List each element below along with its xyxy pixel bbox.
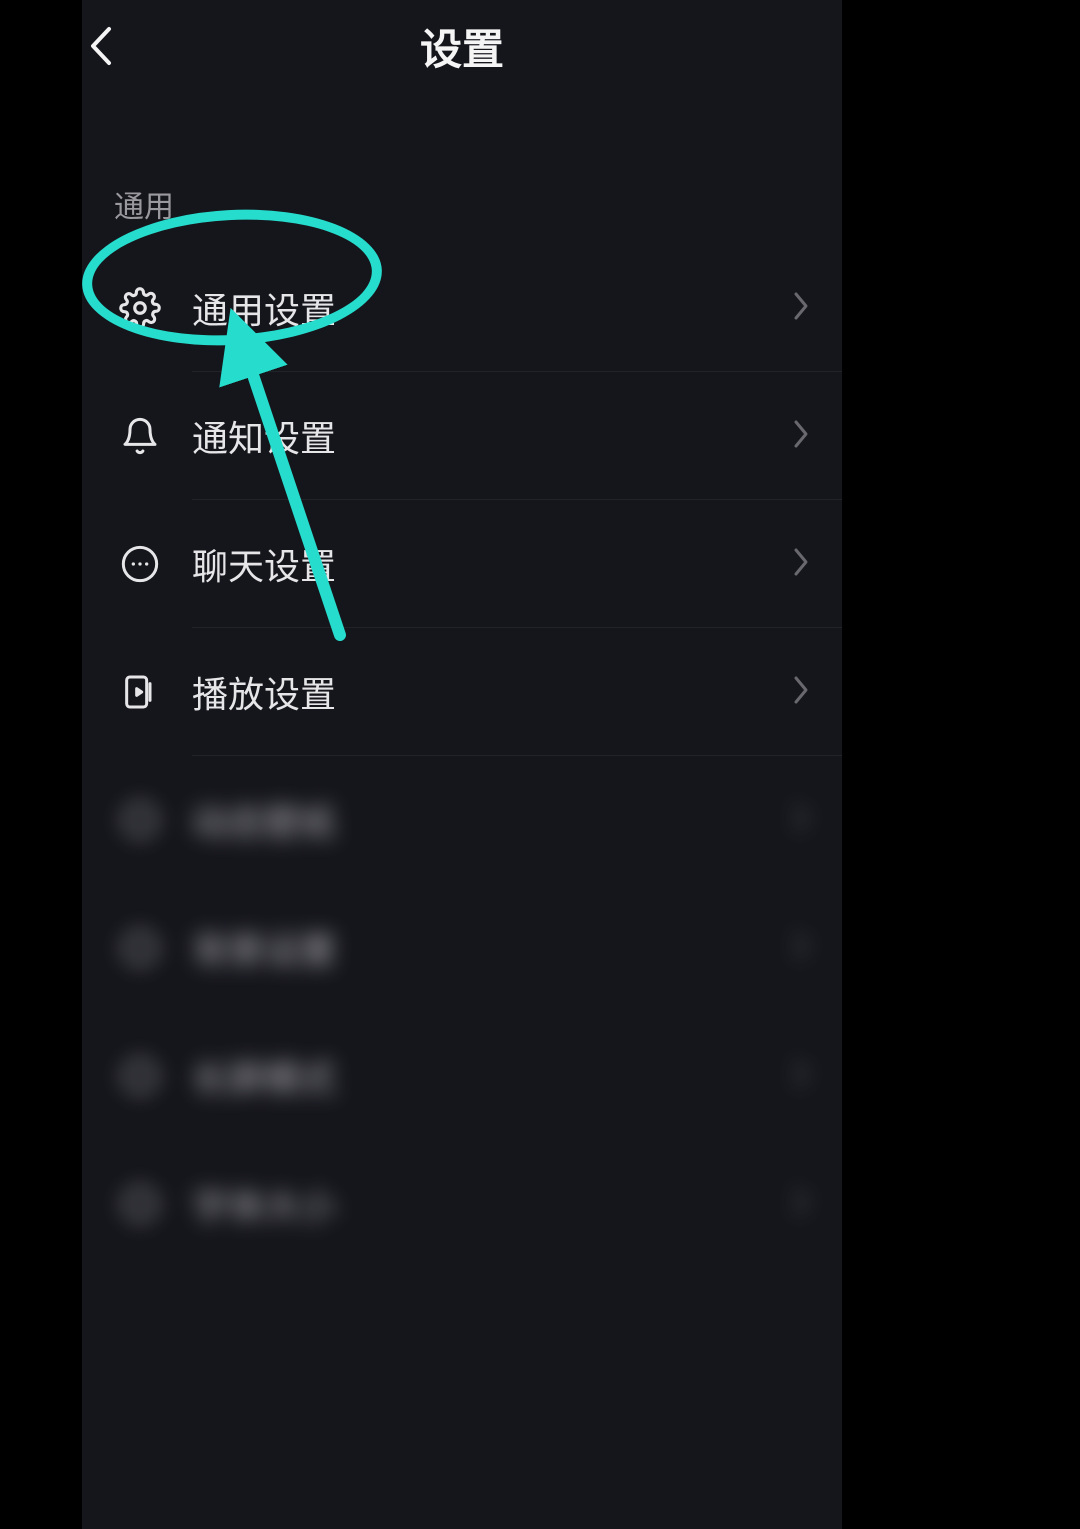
blurred-icon bbox=[114, 922, 166, 974]
blurred-icon bbox=[114, 1050, 166, 1102]
blurred-row[interactable]: 背景设置 bbox=[82, 884, 842, 1012]
row-label: 长屏模式 bbox=[192, 1050, 792, 1102]
chevron-right-icon bbox=[792, 291, 810, 326]
chevron-left-icon bbox=[87, 25, 117, 67]
notification-settings-row[interactable]: 通知设置 bbox=[82, 372, 842, 500]
header-bar: 设置 bbox=[82, 0, 842, 92]
row-label: 播放设置 bbox=[192, 666, 792, 718]
blurred-row[interactable]: 长屏模式 bbox=[82, 1012, 842, 1140]
chevron-right-icon bbox=[792, 547, 810, 582]
chat-icon bbox=[114, 538, 166, 590]
blurred-icon bbox=[114, 794, 166, 846]
blurred-row[interactable]: 动态壁纸 bbox=[82, 756, 842, 884]
row-label: 动态壁纸 bbox=[192, 794, 792, 846]
row-label: 通知设置 bbox=[192, 410, 792, 462]
section-header: 通用 bbox=[82, 92, 842, 244]
settings-screen: 设置 通用 通用设置 通知设置 bbox=[82, 0, 842, 1529]
row-label: 背景设置 bbox=[192, 922, 792, 974]
row-label: 聊天设置 bbox=[192, 538, 792, 590]
back-button[interactable] bbox=[82, 26, 122, 66]
page-title: 设置 bbox=[420, 16, 504, 77]
chevron-right-icon bbox=[792, 803, 810, 838]
play-icon bbox=[114, 666, 166, 718]
general-settings-row[interactable]: 通用设置 bbox=[82, 244, 842, 372]
row-label: 通用设置 bbox=[192, 282, 792, 334]
blurred-row[interactable]: 字体大小 bbox=[82, 1140, 842, 1268]
chevron-right-icon bbox=[792, 1187, 810, 1222]
playback-settings-row[interactable]: 播放设置 bbox=[82, 628, 842, 756]
row-label: 字体大小 bbox=[192, 1178, 792, 1230]
gear-icon bbox=[114, 282, 166, 334]
bell-icon bbox=[114, 410, 166, 462]
section-label: 通用 bbox=[114, 182, 810, 226]
chevron-right-icon bbox=[792, 419, 810, 454]
chevron-right-icon bbox=[792, 675, 810, 710]
chat-settings-row[interactable]: 聊天设置 bbox=[82, 500, 842, 628]
blurred-icon bbox=[114, 1178, 166, 1230]
chevron-right-icon bbox=[792, 931, 810, 966]
settings-list: 通用设置 通知设置 bbox=[82, 244, 842, 1268]
chevron-right-icon bbox=[792, 1059, 810, 1094]
